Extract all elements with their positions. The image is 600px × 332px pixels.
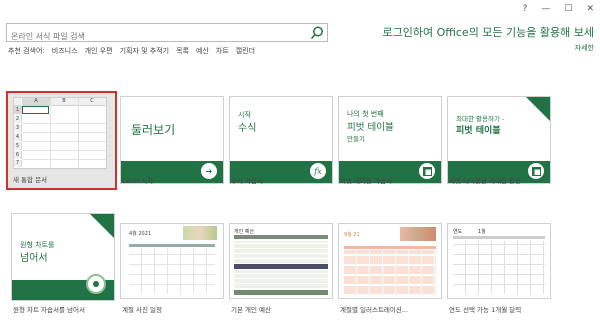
template-pie-chart-tutorial[interactable]: 원형 차트를 넘어서 bbox=[11, 213, 115, 301]
suggested-budget[interactable]: 예산 bbox=[196, 46, 209, 56]
calendar-illustration bbox=[400, 227, 436, 241]
template-caption: 새 통합 문서 bbox=[13, 176, 48, 184]
calendar-photo bbox=[183, 226, 217, 240]
suggested-business[interactable]: 비즈니스 bbox=[52, 46, 78, 56]
new-ribbon bbox=[90, 214, 114, 238]
template-caption: 피벗 테이블 자습서 bbox=[340, 177, 392, 185]
search-box bbox=[6, 23, 328, 45]
signin-banner[interactable]: 로그인하여 Office의 모든 기능을 활용해 보세 bbox=[382, 24, 594, 40]
suggested-personal-mail[interactable]: 개인 우편 bbox=[85, 46, 113, 56]
template-personal-budget[interactable]: 개인 예산 bbox=[229, 223, 333, 299]
suggested-lists[interactable]: 목록 bbox=[176, 46, 189, 56]
search-icon[interactable] bbox=[309, 25, 325, 41]
close-button[interactable]: ✕ bbox=[586, 4, 594, 14]
suggested-charts[interactable]: 차트 bbox=[216, 46, 229, 56]
template-any-year-calendar[interactable]: 연도 1월 bbox=[447, 223, 551, 299]
active-cell bbox=[22, 106, 49, 114]
template-pivot-advanced[interactable]: 최대한 활용하기 - 피벗 테이블 bbox=[447, 96, 551, 184]
template-excel-tour[interactable]: 둘러보기 ➔ bbox=[120, 96, 224, 184]
restore-button[interactable]: ☐ bbox=[564, 4, 572, 14]
search-input[interactable] bbox=[7, 28, 305, 45]
template-caption: 기본 개인 예산 bbox=[231, 306, 272, 314]
learn-more-link[interactable]: 자세한 bbox=[575, 43, 594, 53]
suggested-searches: 추천 검색어: 비즈니스 개인 우편 기획자 및 추적기 목록 예산 차트 캘린… bbox=[8, 46, 255, 56]
template-caption: 원형 차트 자습서를 넘어서 bbox=[13, 306, 85, 314]
template-caption: 수식 자습서 bbox=[231, 177, 263, 185]
template-caption: 계절 사진 일정 bbox=[122, 306, 163, 314]
template-caption: 피벗 테이블을 최대한 활용 bbox=[449, 177, 521, 185]
suggested-calendar[interactable]: 캘린더 bbox=[236, 46, 255, 56]
suggested-label: 추천 검색어: bbox=[8, 47, 45, 55]
pie-chart-icon bbox=[86, 274, 106, 294]
template-pivot-tutorial[interactable]: 나의 첫 번째 피벗 테이블 만들기 bbox=[338, 96, 442, 184]
template-formulas-tutorial[interactable]: 시작 수식 fx bbox=[229, 96, 333, 184]
template-caption: 계절별 일러스트레이션... bbox=[340, 306, 409, 314]
blank-sheet-preview: A B C 1 2 3 4 5 6 7 bbox=[13, 97, 107, 169]
template-caption: 연도 선택 가능 1개월 달력 bbox=[449, 306, 522, 314]
tile-title: 둘러보기 bbox=[131, 123, 176, 137]
help-button[interactable]: ? bbox=[523, 4, 528, 14]
template-seasonal-photo-calendar[interactable]: 4월 2021 bbox=[120, 223, 224, 299]
new-ribbon bbox=[526, 97, 550, 121]
template-caption: Excel 시작 bbox=[122, 177, 154, 185]
window-controls: ? — ☐ ✕ bbox=[523, 4, 594, 14]
minimize-button[interactable]: — bbox=[541, 4, 550, 14]
suggested-planners[interactable]: 기획자 및 추적기 bbox=[120, 46, 170, 56]
template-seasonal-illustration-calendar[interactable]: 9월 21 bbox=[338, 223, 442, 299]
template-blank-workbook[interactable]: A B C 1 2 3 4 5 6 7 새 통합 문서 bbox=[6, 91, 117, 190]
